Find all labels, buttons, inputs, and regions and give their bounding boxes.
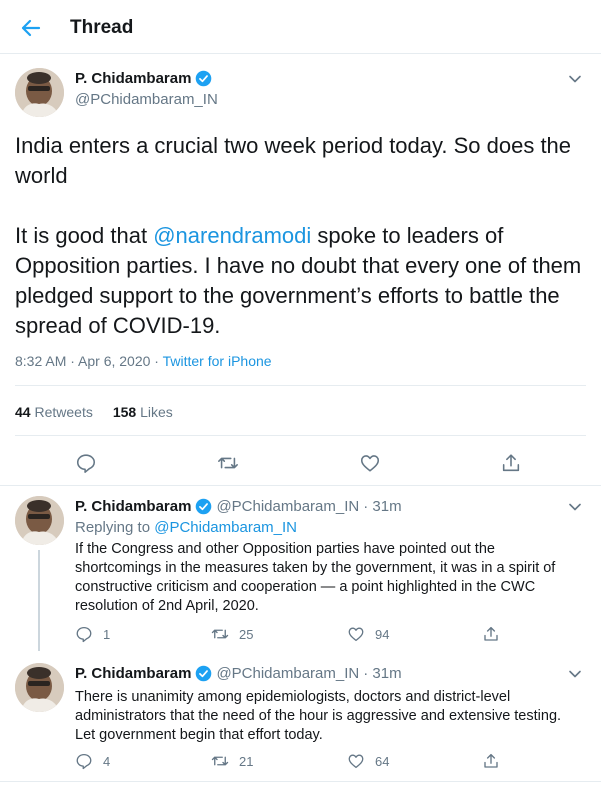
retweets-count[interactable]: 44 Retweets — [15, 404, 93, 420]
retweet-icon — [211, 756, 229, 766]
likes-count[interactable]: 158 Likes — [113, 404, 173, 420]
tweet-timestamp[interactable]: 8:32 AM · Apr 6, 2020 · — [15, 353, 163, 369]
retweet-count: 25 — [239, 626, 254, 642]
mention-link[interactable]: @narendramodi — [153, 223, 311, 248]
reply-button[interactable]: 4 — [75, 752, 110, 770]
like-button[interactable]: 94 — [347, 625, 389, 643]
tweet-metadata: 8:32 AM · Apr 6, 2020 · Twitter for iPho… — [15, 353, 272, 369]
share-icon — [484, 626, 498, 641]
tweet-stats: 44 Retweets 158 Likes — [15, 404, 173, 420]
author-name[interactable]: P. Chidambaram — [75, 665, 191, 682]
replying-to: Replying to @PChidambaram_IN — [75, 519, 297, 536]
mention-link[interactable]: @PChidambaram_IN — [154, 519, 297, 536]
verified-icon — [196, 498, 212, 515]
avatar[interactable] — [15, 663, 64, 712]
divider — [0, 781, 601, 782]
reply-icon — [76, 753, 92, 770]
author-name[interactable]: P. Chidambaram — [75, 498, 191, 515]
reply-count: 4 — [103, 753, 111, 769]
share-button[interactable] — [482, 625, 500, 643]
avatar[interactable] — [15, 496, 64, 545]
like-button[interactable]: 64 — [347, 752, 389, 770]
share-icon — [484, 753, 498, 768]
share-button[interactable] — [482, 752, 500, 770]
tweet-time[interactable]: · 31m — [363, 498, 401, 515]
retweet-icon — [211, 629, 229, 639]
tweet-time[interactable]: · 31m — [363, 665, 401, 682]
retweet-button[interactable]: 21 — [211, 752, 253, 770]
tweet-text: If the Congress and other Opposition par… — [75, 541, 556, 614]
chevron-down-icon[interactable] — [568, 500, 582, 514]
reply-icon[interactable] — [75, 452, 97, 474]
thread-header: Thread — [0, 0, 601, 54]
like-icon — [348, 754, 364, 769]
reply-action-bar: 1 25 94 — [75, 625, 525, 645]
arrow-left-icon — [21, 19, 41, 37]
chevron-down-icon[interactable] — [568, 72, 582, 86]
like-count: 64 — [375, 753, 390, 769]
tweet-text: India enters a crucial two week period t… — [15, 133, 588, 338]
reply-action-bar: 4 21 64 — [75, 752, 525, 772]
author-name[interactable]: P. Chidambaram — [75, 70, 212, 87]
reply-tweet[interactable]: P. Chidambaram @PChidambaram_IN · 31m Th… — [0, 651, 601, 781]
chevron-down-icon[interactable] — [568, 667, 582, 681]
like-count: 94 — [375, 626, 390, 642]
author-handle[interactable]: @PChidambaram_IN — [216, 665, 359, 682]
reply-count: 1 — [103, 626, 111, 642]
retweet-button[interactable]: 25 — [211, 625, 253, 643]
tweet-action-bar — [0, 452, 601, 476]
avatar[interactable] — [15, 68, 64, 117]
divider — [15, 435, 586, 436]
share-icon[interactable] — [500, 452, 522, 474]
thread-connector-line — [38, 550, 40, 651]
retweet-icon[interactable] — [217, 452, 239, 474]
author-handle[interactable]: @PChidambaram_IN — [75, 91, 218, 108]
author-handle[interactable]: @PChidambaram_IN — [216, 498, 359, 515]
page-title: Thread — [70, 17, 134, 38]
reply-button[interactable]: 1 — [75, 625, 110, 643]
like-icon — [348, 627, 364, 642]
verified-icon — [196, 70, 212, 87]
reply-header: P. Chidambaram @PChidambaram_IN · 31m — [75, 665, 402, 682]
tweet-source-link[interactable]: Twitter for iPhone — [163, 353, 272, 369]
reply-icon — [76, 626, 92, 643]
verified-icon — [196, 665, 212, 682]
divider — [15, 385, 586, 386]
retweet-count: 21 — [239, 753, 254, 769]
reply-header: P. Chidambaram @PChidambaram_IN · 31m — [75, 498, 402, 515]
back-button[interactable] — [18, 15, 44, 41]
like-icon[interactable] — [359, 452, 381, 474]
reply-tweet[interactable]: P. Chidambaram @PChidambaram_IN · 31m Re… — [0, 486, 601, 651]
tweet-text: There is unanimity among epidemiologists… — [75, 689, 562, 743]
